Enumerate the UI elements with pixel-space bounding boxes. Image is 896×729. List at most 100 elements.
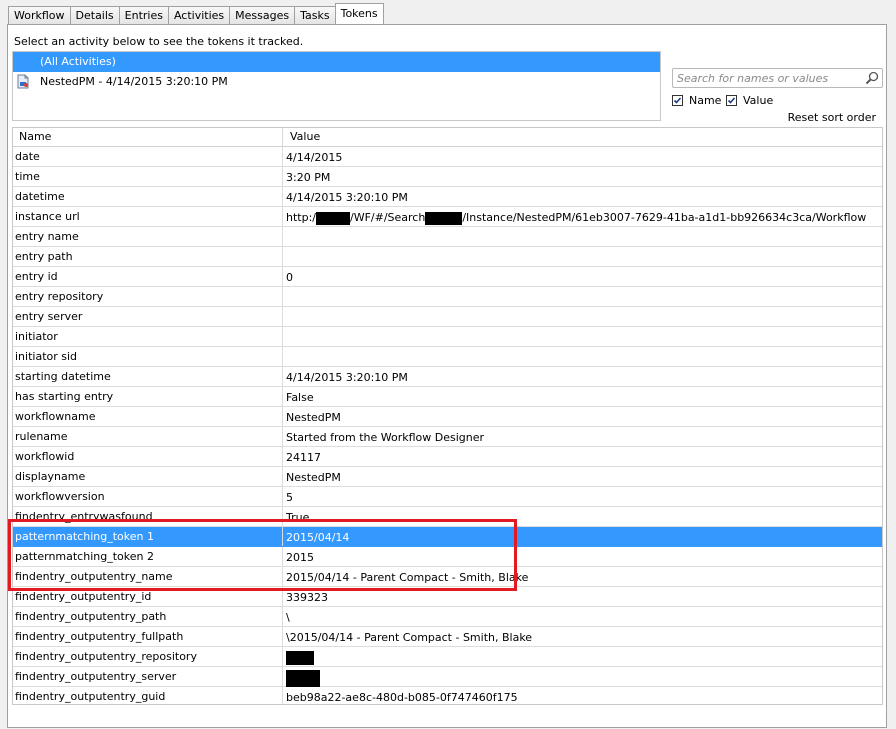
- token-value-cell: beb98a22-ae8c-480d-b085-0f747460f175: [286, 691, 518, 704]
- table-row[interactable]: date 4/14/2015: [13, 147, 882, 167]
- url-part: http:/: [286, 211, 316, 224]
- token-value-cell: 24117: [286, 451, 321, 464]
- tab-details[interactable]: Details: [69, 6, 120, 24]
- table-row[interactable]: workflowname NestedPM: [13, 407, 882, 427]
- token-value-cell: [283, 228, 882, 247]
- token-name-cell: displayname: [13, 467, 283, 486]
- token-name-cell: findentry_outputentry_guid: [13, 687, 283, 704]
- value-checkbox[interactable]: [726, 94, 737, 106]
- token-value-cell: 4/14/2015 3:20:10 PM: [286, 371, 408, 384]
- tab-messages[interactable]: Messages: [229, 6, 296, 24]
- activity-item-all[interactable]: (All Activities): [13, 52, 660, 72]
- token-name-cell: findentry_outputentry_path: [13, 607, 283, 626]
- name-checkbox[interactable]: [672, 94, 683, 106]
- token-value-cell: [283, 248, 882, 267]
- redacted-block: [286, 669, 320, 687]
- table-row[interactable]: findentry_outputentry_fullpath \2015/04/1…: [13, 627, 882, 647]
- token-name-cell: findentry_entrywasfound: [13, 507, 283, 526]
- token-name-cell: instance url: [13, 207, 283, 226]
- token-name-cell: initiator: [13, 327, 283, 346]
- token-name-cell: initiator sid: [13, 347, 283, 366]
- table-row[interactable]: findentry_outputentry_server: [13, 667, 882, 687]
- redacted-block: [425, 211, 463, 225]
- url-part: /WF/#/Search: [350, 211, 426, 224]
- reset-sort-order-link[interactable]: Reset sort order: [788, 111, 876, 124]
- tokens-grid: Name Value date 4/14/2015 time 3:20 PM datet…: [12, 127, 883, 705]
- token-name-cell: entry id: [13, 267, 283, 286]
- activity-item-nestedpm[interactable]: NestedPM - 4/14/2015 3:20:10 PM: [13, 72, 660, 92]
- token-value-cell: 0: [286, 271, 293, 284]
- url-part: /Instance/NestedPM/61eb3007-7629-41ba-a1…: [462, 211, 867, 224]
- table-row[interactable]: workflowversion 5: [13, 487, 882, 507]
- token-value-cell: 3:20 PM: [286, 171, 331, 184]
- table-row[interactable]: initiator sid: [13, 347, 882, 367]
- token-value-cell: NestedPM: [286, 471, 341, 484]
- table-row[interactable]: datetime 4/14/2015 3:20:10 PM: [13, 187, 882, 207]
- token-name-cell: entry repository: [13, 287, 283, 306]
- table-row[interactable]: patternmatching_token 1 2015/04/14: [13, 527, 882, 547]
- table-row[interactable]: displayname NestedPM: [13, 467, 882, 487]
- redacted-block: [286, 651, 314, 665]
- tab-entries[interactable]: Entries: [118, 6, 169, 24]
- table-row[interactable]: entry server: [13, 307, 882, 327]
- token-value-cell: False: [286, 391, 314, 404]
- token-name-cell: findentry_outputentry_fullpath: [13, 627, 283, 646]
- table-row[interactable]: entry path: [13, 247, 882, 267]
- tab-strip: Workflow Details Entries Activities Mess…: [8, 3, 384, 24]
- workflow-document-icon: [17, 74, 29, 89]
- token-value-cell: 2015: [286, 551, 314, 564]
- table-row[interactable]: findentry_outputentry_repository: [13, 647, 882, 667]
- activity-item-label: NestedPM - 4/14/2015 3:20:10 PM: [40, 75, 228, 88]
- tab-workflow[interactable]: Workflow: [8, 6, 71, 24]
- token-value-cell: \: [286, 611, 290, 624]
- token-name-cell: rulename: [13, 427, 283, 446]
- activity-item-label: (All Activities): [40, 55, 116, 68]
- table-row[interactable]: starting datetime 4/14/2015 3:20:10 PM: [13, 367, 882, 387]
- column-header-value[interactable]: Value: [283, 128, 882, 146]
- token-name-cell: date: [13, 147, 283, 166]
- token-name-cell: has starting entry: [13, 387, 283, 406]
- token-value-cell: http:/ /WF/#/Search/Instance/NestedPM/61e…: [283, 208, 882, 227]
- table-row[interactable]: entry repository: [13, 287, 882, 307]
- instruction-text: Select an activity below to see the toke…: [14, 35, 304, 48]
- tab-tasks[interactable]: Tasks: [294, 6, 336, 24]
- token-name-cell: workflowid: [13, 447, 283, 466]
- token-value-cell: [283, 648, 882, 667]
- table-row[interactable]: findentry_outputentry_name 2015/04/14 - P…: [13, 567, 882, 587]
- table-row[interactable]: has starting entry False: [13, 387, 882, 407]
- token-value-cell: [283, 668, 882, 687]
- table-row[interactable]: time 3:20 PM: [13, 167, 882, 187]
- token-name-cell: workflowname: [13, 407, 283, 426]
- grid-rows: date 4/14/2015 time 3:20 PM datetime 4/14/201…: [13, 147, 882, 704]
- search-icon[interactable]: [865, 71, 879, 85]
- tab-tokens[interactable]: Tokens: [334, 3, 384, 24]
- value-filter[interactable]: Value: [726, 93, 773, 107]
- table-row[interactable]: entry name: [13, 227, 882, 247]
- activity-list[interactable]: (All Activities) NestedPM - 4/14/2015 3:…: [12, 51, 661, 121]
- token-name-cell: entry server: [13, 307, 283, 326]
- token-value-cell: [283, 348, 882, 367]
- value-checkbox-label: Value: [743, 93, 774, 107]
- token-name-cell: findentry_outputentry_id: [13, 587, 283, 606]
- grid-header: Name Value: [13, 128, 882, 147]
- token-name-cell: starting datetime: [13, 367, 283, 386]
- table-row[interactable]: rulename Started from the Workflow Design…: [13, 427, 882, 447]
- tab-activities[interactable]: Activities: [167, 6, 231, 24]
- table-row[interactable]: workflowid 24117: [13, 447, 882, 467]
- search-input[interactable]: [677, 70, 857, 86]
- table-row[interactable]: initiator: [13, 327, 882, 347]
- token-name-cell: findentry_outputentry_repository: [13, 647, 283, 666]
- table-row[interactable]: findentry_outputentry_guid beb98a22-ae8c-…: [13, 687, 882, 704]
- table-row[interactable]: patternmatching_token 2 2015: [13, 547, 882, 567]
- name-filter[interactable]: Name: [672, 93, 721, 107]
- token-value-cell: 5: [286, 491, 293, 504]
- column-header-name[interactable]: Name: [13, 128, 283, 146]
- table-row[interactable]: entry id 0: [13, 267, 882, 287]
- table-row[interactable]: findentry_entrywasfound True: [13, 507, 882, 527]
- table-row[interactable]: instance url http:/ /WF/#/Search/Instance/…: [13, 207, 882, 227]
- token-value-cell: 339323: [286, 591, 328, 604]
- token-name-cell: datetime: [13, 187, 283, 206]
- table-row[interactable]: findentry_outputentry_path \: [13, 607, 882, 627]
- table-row[interactable]: findentry_outputentry_id 339323: [13, 587, 882, 607]
- token-value-cell: \2015/04/14 - Parent Compact - Smith, Bl…: [286, 631, 533, 644]
